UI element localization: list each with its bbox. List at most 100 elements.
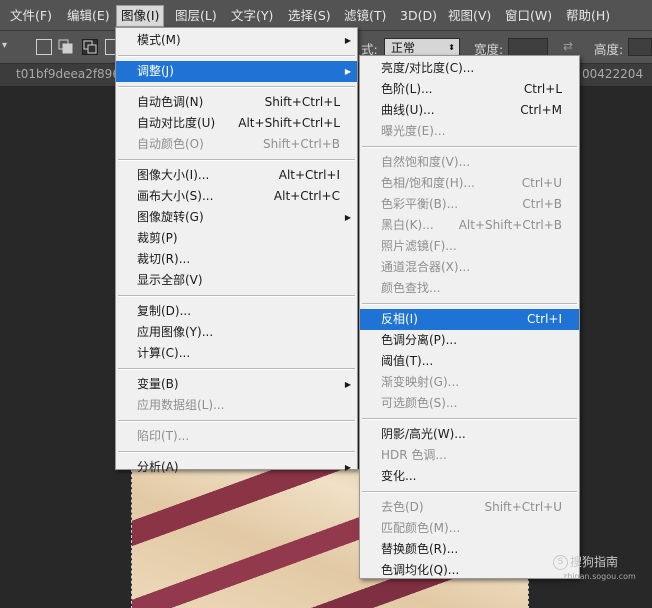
menu-help[interactable]: 帮助(H) [562,6,614,26]
submenu-arrow-icon: ▶ [344,36,351,45]
menu-item-label: 通道混合器(X)... [381,260,471,274]
menu-view[interactable]: 视图(V) [444,6,495,26]
menu-item-label: 色阶(L)... [381,82,433,96]
submenu-arrow-icon: ▶ [344,67,351,76]
adjust-menu-item-20: HDR 色调... [360,445,579,466]
menu-filter[interactable]: 滤镜(T) [340,6,390,26]
image-menu-item-s[interactable]: 画布大小(S)... Alt+Ctrl+C [116,186,357,207]
adjust-menu-item-t[interactable]: 阈值(T)... [360,351,579,372]
image-menu-item-l: 应用数据组(L)... [116,395,357,416]
add-selection-icon[interactable] [58,39,74,55]
menu-edit[interactable]: 编辑(E) [63,6,114,26]
menu-select[interactable]: 选择(S) [284,6,335,26]
menu-separator [118,451,355,453]
menu-3d[interactable]: 3D(D) [396,6,441,26]
adjustments-submenu: 亮度/对比度(C)... 色阶(L)... Ctrl+L 曲线(U)... Ctrl+M… [359,55,580,579]
image-menu-item-r[interactable]: 裁切(R)... [116,249,357,270]
style-select-value: 正常 [391,41,416,55]
adjust-menu-item-r[interactable]: 替换颜色(R)... [360,539,579,560]
options-dropdown-arrow-icon[interactable]: ▾ [2,40,7,51]
new-selection-icon[interactable] [36,39,52,55]
menu-separator [362,418,577,420]
menu-item-label: 渐变映射(G)... [381,375,460,389]
image-menu-item-n[interactable]: 自动色调(N) Shift+Ctrl+L [116,92,357,113]
adjust-menu-item-i[interactable]: 反相(I) Ctrl+I [360,309,579,330]
image-menu-item-d[interactable]: 复制(D)... [116,301,357,322]
submenu-arrow-icon: ▶ [344,213,351,222]
menu-item-label: 模式(M) [137,33,181,47]
submenu-arrow-icon: ▶ [344,380,351,389]
menu-item-label: 匹配颜色(M)... [381,521,461,535]
menu-item-label: 色调分离(P)... [381,333,458,347]
adjust-menu-item-11: 颜色查找... [360,278,579,299]
menu-item-label: 阈值(T)... [381,354,434,368]
height-input[interactable] [628,38,652,56]
menu-item-label: 图像旋转(G) [137,210,204,224]
image-menu-item-u[interactable]: 自动对比度(U) Alt+Shift+Ctrl+L [116,113,357,134]
style-select[interactable]: 正常 ⬍ [384,38,460,56]
intersect-selection-icon[interactable] [105,39,115,55]
document-tab-title[interactable]: t01bf9deea2f8968 [16,67,128,81]
image-menu-item-b[interactable]: 变量(B) ▶ [116,374,357,395]
image-menu-item-p[interactable]: 裁剪(P) [116,228,357,249]
menu-item-label: HDR 色调... [381,448,447,462]
image-menu-item-v[interactable]: 显示全部(V) [116,270,357,291]
menu-item-shortcut: Alt+Ctrl+I [278,168,340,182]
menu-item-label: 裁切(R)... [137,252,191,266]
adjust-menu-item-q[interactable]: 色调均化(Q)... [360,560,579,581]
image-menu-item-a[interactable]: 分析(A) ▶ [116,457,357,478]
menu-image[interactable]: 图像(I) [116,5,165,27]
adjust-menu-item-w[interactable]: 阴影/高光(W)... [360,424,579,445]
menu-item-label: 去色(D) [381,500,424,514]
swap-arrows-icon[interactable]: ⇄ [563,39,573,53]
menu-item-shortcut: Shift+Ctrl+U [484,500,562,514]
image-menu-item-g[interactable]: 图像旋转(G) ▶ [116,207,357,228]
menu-item-label: 应用数据组(L)... [137,398,225,412]
subtract-selection-icon[interactable] [82,39,98,55]
width-input[interactable] [508,38,548,56]
menu-item-label: 阴影/高光(W)... [381,427,466,441]
image-menu-item-c[interactable]: 计算(C)... [116,343,357,364]
menu-window[interactable]: 窗口(W) [501,6,556,26]
menu-item-shortcut: Shift+Ctrl+B [263,137,340,151]
menu-item-label: 曝光度(E)... [381,124,446,138]
adjust-menu-item-d: 去色(D) Shift+Ctrl+U [360,497,579,518]
menu-item-label: 裁剪(P) [137,231,178,245]
menu-item-label: 照片滤镜(F)... [381,239,457,253]
image-menu-item-o: 自动颜色(O) Shift+Ctrl+B [116,134,357,155]
menu-separator [362,146,577,148]
menu-item-label: 反相(I) [381,312,418,326]
menu-layer[interactable]: 图层(L) [171,6,221,26]
image-menu-item-y[interactable]: 应用图像(Y)... [116,322,357,343]
menu-separator [118,86,355,88]
image-menu-item-j[interactable]: 调整(J) ▶ [116,61,357,82]
adjust-menu-item-p[interactable]: 色调分离(P)... [360,330,579,351]
adjust-menu-item-21[interactable]: 变化... [360,466,579,487]
menu-item-label: 变量(B) [137,377,179,391]
menu-type[interactable]: 文字(Y) [227,6,277,26]
menu-item-label: 亮度/对比度(C)... [381,61,475,75]
adjust-menu-item-m: 匹配颜色(M)... [360,518,579,539]
sogou-watermark: S 搜狗指南 [553,553,618,570]
adjust-menu-item-l[interactable]: 色阶(L)... Ctrl+L [360,79,579,100]
adjust-menu-item-s: 可选颜色(S)... [360,393,579,414]
image-menu-item-i[interactable]: 图像大小(I)... Alt+Ctrl+I [116,165,357,186]
menu-item-label: 应用图像(Y)... [137,325,214,339]
menu-item-label: 图像大小(I)... [137,168,210,182]
menu-file[interactable]: 文件(F) [6,6,56,26]
menu-item-shortcut: Alt+Shift+Ctrl+L [238,116,340,130]
menu-item-label: 分析(A) [137,460,179,474]
menu-item-shortcut: Ctrl+M [520,103,562,117]
adjust-menu-item-h: 色相/饱和度(H)... Ctrl+U [360,173,579,194]
menu-separator [118,368,355,370]
adjust-menu-item-u[interactable]: 曲线(U)... Ctrl+M [360,100,579,121]
menu-item-label: 色调均化(Q)... [381,563,460,577]
adjust-menu-item-c[interactable]: 亮度/对比度(C)... [360,58,579,79]
menu-item-label: 色彩平衡(B)... [381,197,459,211]
sogou-logo-icon: S [553,555,568,570]
menu-item-label: 自动对比度(U) [137,116,216,130]
image-menu-item-m[interactable]: 模式(M) ▶ [116,30,357,51]
menu-item-label: 颜色查找... [381,281,441,295]
menu-item-shortcut: Ctrl+I [527,312,562,326]
adjust-menu-item-b: 色彩平衡(B)... Ctrl+B [360,194,579,215]
